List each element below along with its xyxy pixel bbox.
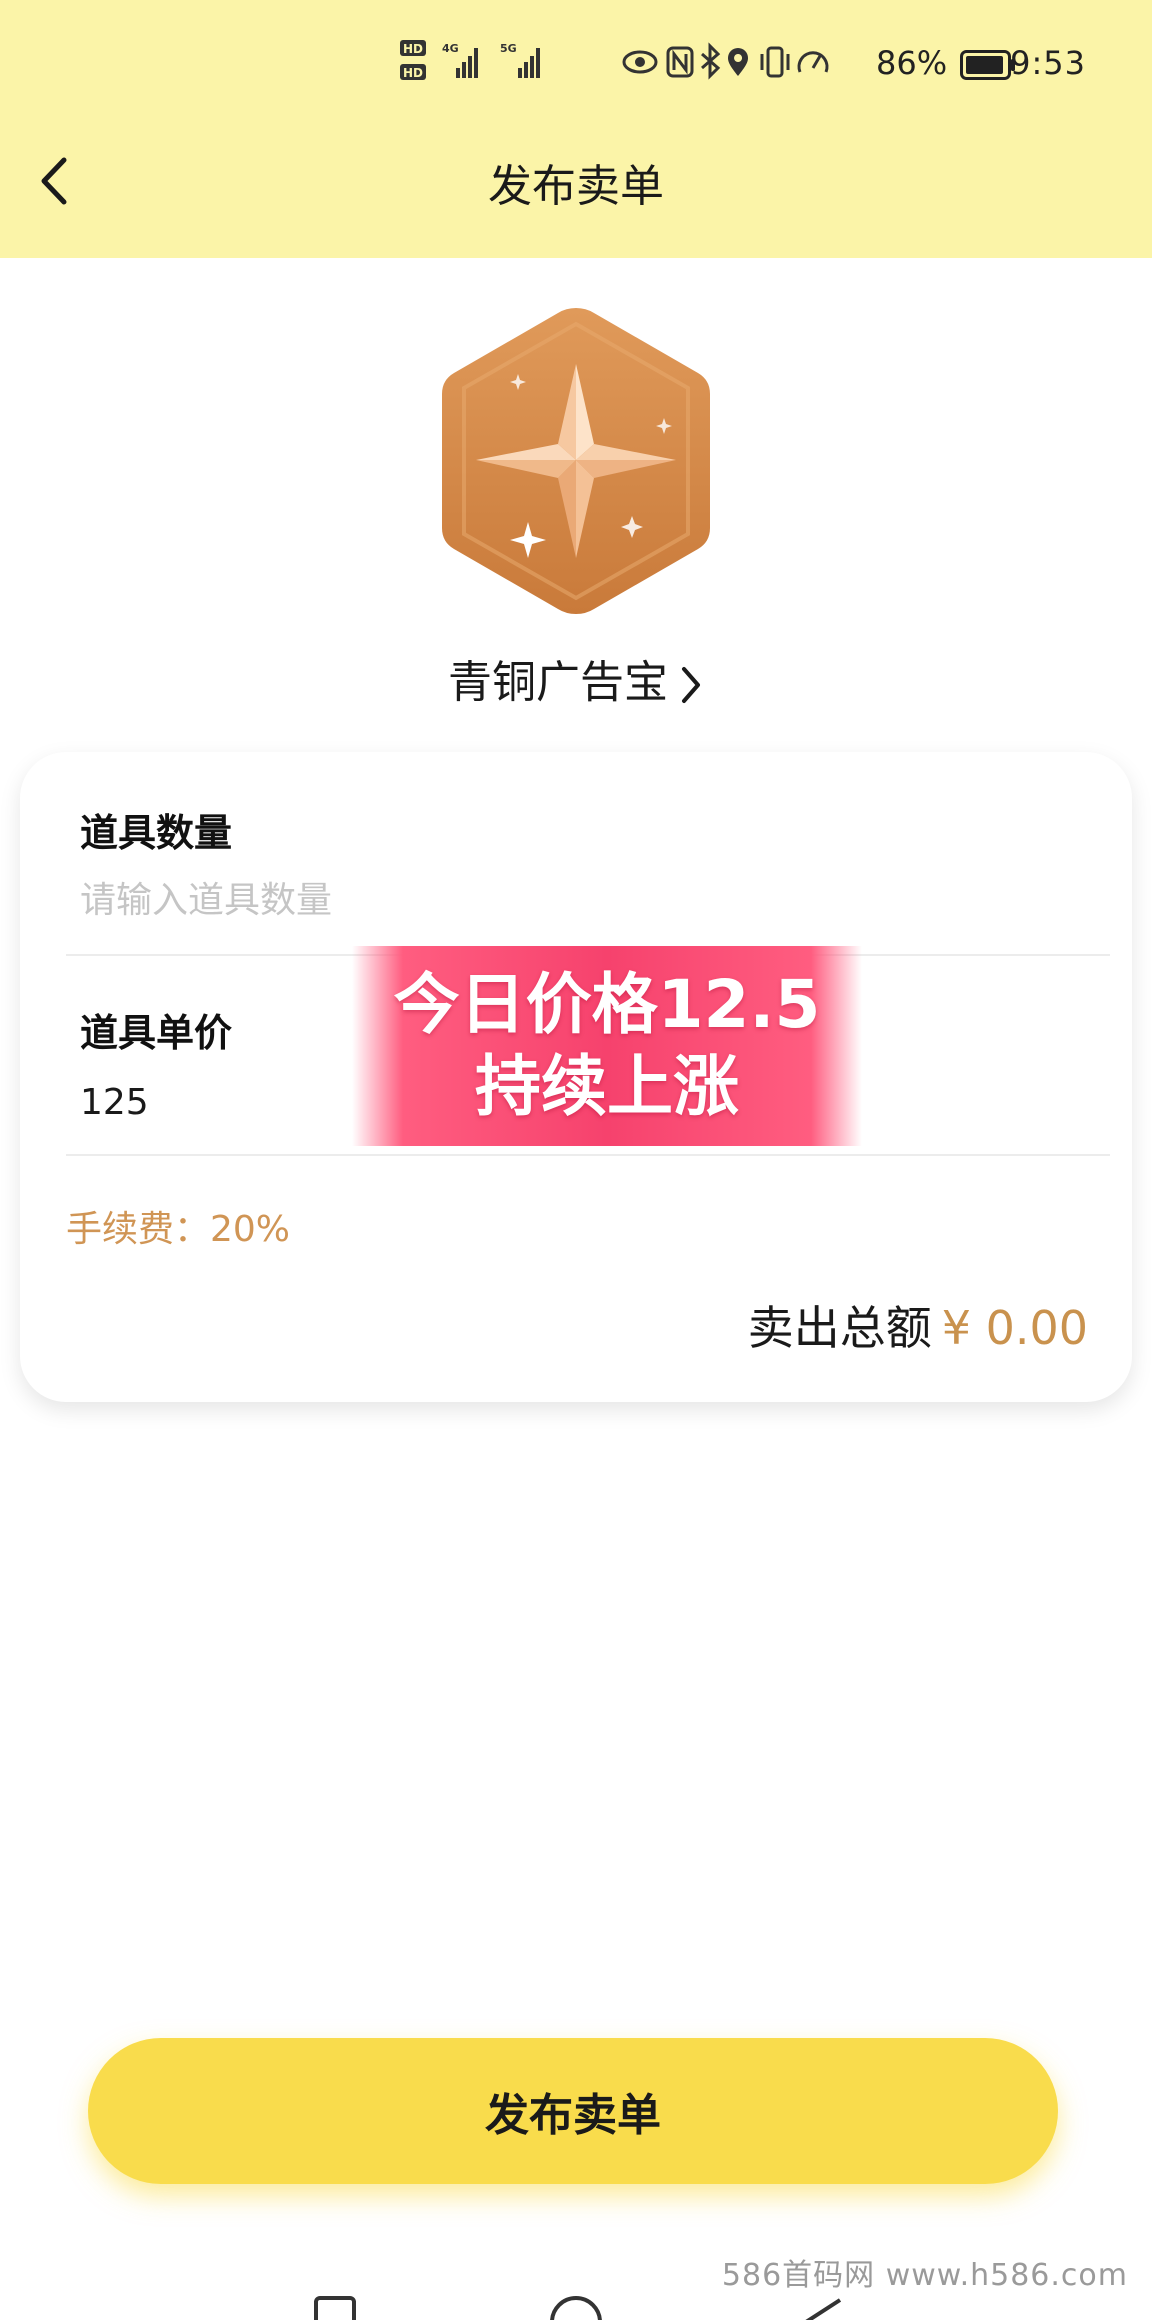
- bluetooth-icon: [701, 42, 721, 80]
- fee-text: 手续费：20%: [66, 1209, 291, 1250]
- svg-text:4G: 4G: [442, 42, 459, 55]
- app-header: HD HD 4G 5G 86% 9:53 发布卖单: [0, 0, 1152, 258]
- svg-text:HD: HD: [403, 42, 423, 56]
- battery-percent: 86%: [876, 44, 948, 82]
- chevron-right-icon: [682, 667, 700, 703]
- unit-price-input[interactable]: 125: [80, 1082, 149, 1123]
- price-promo-banner: 今日价格12.5 持续上涨: [352, 946, 862, 1146]
- quantity-input[interactable]: [80, 870, 1070, 930]
- publish-sell-order-button[interactable]: 发布卖单: [88, 2038, 1058, 2184]
- status-bar: HD HD 4G 5G 86% 9:53: [0, 0, 1152, 130]
- cellular-4g-icon: 4G: [442, 42, 478, 78]
- status-icons: HD HD 4G 5G: [400, 40, 829, 80]
- recent-apps-icon[interactable]: [314, 2296, 356, 2320]
- total-row: 卖出总额 ¥ 0.00: [748, 1292, 1088, 1358]
- unit-price-label: 道具单价: [80, 1011, 233, 1055]
- hd-signal-icon: HD HD: [400, 40, 426, 80]
- product-name-link[interactable]: 青铜广告宝: [0, 646, 1152, 710]
- promo-line-1: 今日价格12.5: [393, 966, 821, 1043]
- back-nav-icon[interactable]: [805, 2298, 842, 2320]
- cellular-5g-icon: 5G: [500, 42, 540, 78]
- home-icon[interactable]: [550, 2296, 602, 2320]
- battery-icon: [960, 50, 1015, 80]
- promo-line-2: 持续上涨: [475, 1048, 739, 1125]
- eye-comfort-icon: [622, 50, 658, 74]
- location-icon: [728, 48, 748, 76]
- nfc-icon: [666, 46, 694, 78]
- network-speed-icon: [797, 51, 829, 73]
- svg-text:HD: HD: [403, 66, 423, 80]
- product-name: 青铜广告宝: [448, 657, 668, 708]
- total-amount: ¥ 0.00: [941, 1301, 1088, 1355]
- divider: [66, 1154, 1110, 1156]
- total-label: 卖出总额: [747, 1301, 932, 1355]
- watermark: 586首码网 www.h586.com: [721, 2258, 1128, 2293]
- status-time: 9:53: [1010, 44, 1086, 82]
- page-title: 发布卖单: [488, 161, 664, 212]
- quantity-label: 道具数量: [80, 811, 233, 855]
- svg-text:5G: 5G: [500, 42, 517, 55]
- vibrate-icon: [760, 46, 790, 78]
- bronze-star-hexagon-icon: [442, 308, 710, 614]
